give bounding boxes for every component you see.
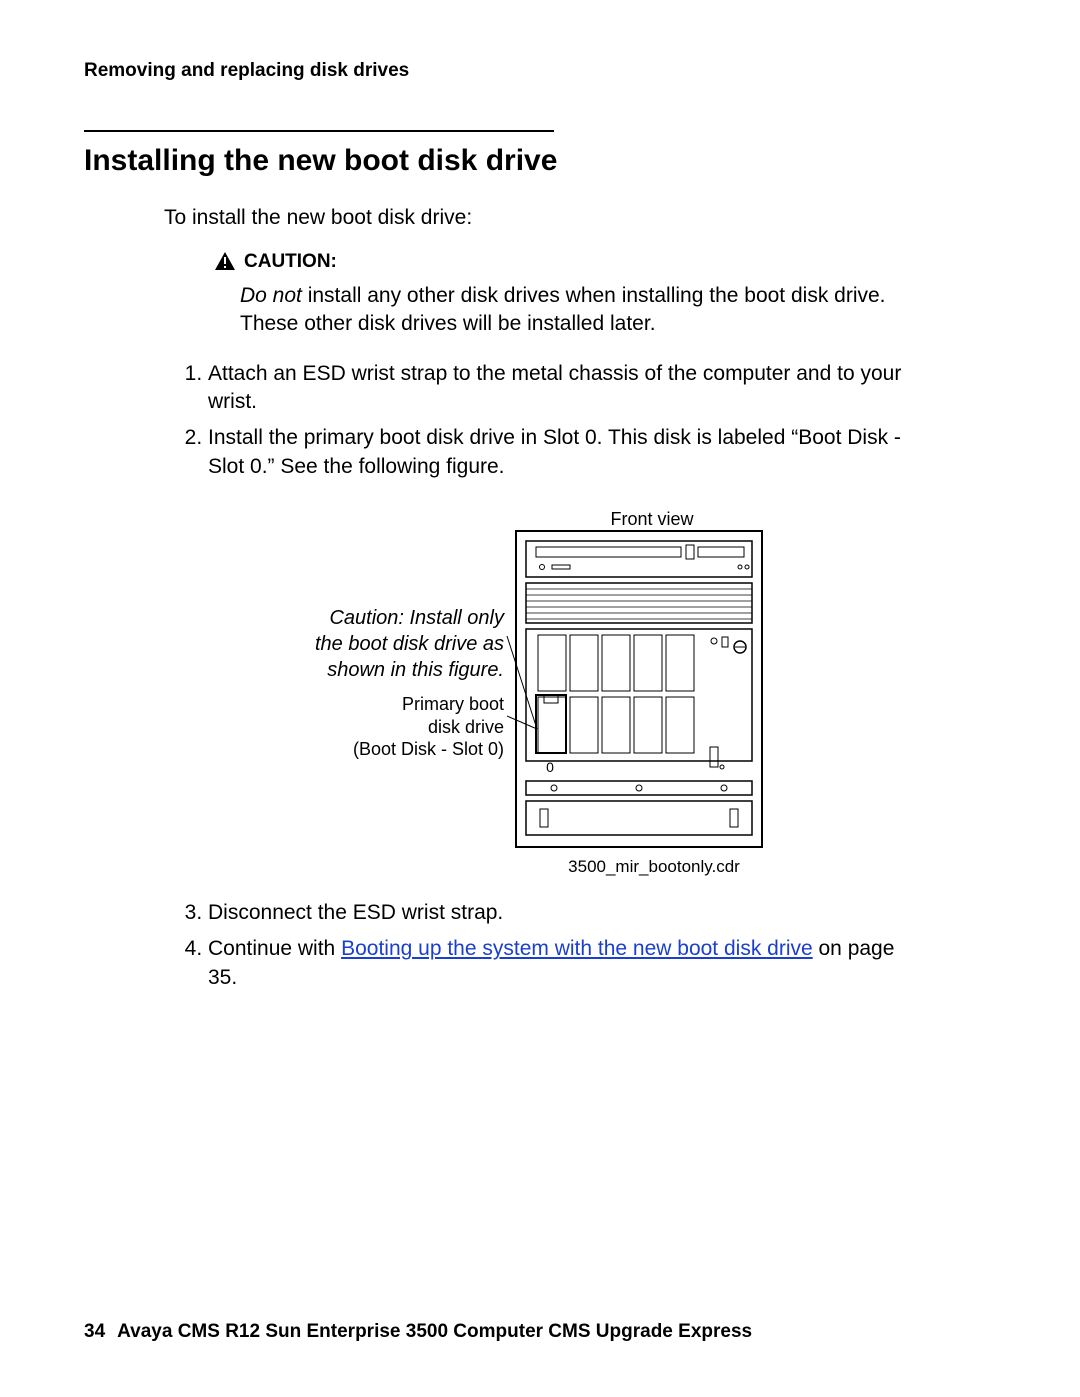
figure-filename: 3500_mir_bootonly.cdr [554,857,754,877]
document-page: Removing and replacing disk drives Insta… [0,0,1080,1397]
steps-list-lower: Disconnect the ESD wrist strap. Continue… [182,899,926,992]
caution-heading: CAUTION: [214,251,996,276]
annot-line: Primary boot [402,694,504,714]
figure-annotation-plain: Primary boot disk drive (Boot Disk - Slo… [334,693,504,761]
annot-line: (Boot Disk - Slot 0) [353,739,504,759]
caution-emphasis: Do not [240,284,302,307]
figure-annotation-italic: Caution: Install only the boot disk driv… [304,605,504,683]
warning-icon [214,251,236,276]
page-title: Installing the new boot disk drive [84,144,996,178]
step-item: Install the primary boot disk drive in S… [208,424,926,481]
cross-ref-link[interactable]: Booting up the system with the new boot … [341,937,813,960]
step-item: Disconnect the ESD wrist strap. [208,899,926,927]
device-diagram: 0 [514,529,764,849]
page-footer: 34 Avaya CMS R12 Sun Enterprise 3500 Comp… [84,1321,752,1343]
step-prefix: Continue with [208,937,341,960]
steps-list-upper: Attach an ESD wrist strap to the metal c… [182,360,926,481]
annot-line: disk drive [428,717,504,737]
caution-rest: install any other disk drives when insta… [240,284,886,335]
section-rule [84,130,554,132]
step-item: Attach an ESD wrist strap to the metal c… [208,360,926,417]
page-number: 34 [84,1321,105,1342]
intro-text: To install the new boot disk drive: [164,206,996,230]
figure: Front view Caution: Install only the boo… [84,509,996,889]
slot-label: 0 [546,759,554,775]
book-title: Avaya CMS R12 Sun Enterprise 3500 Comput… [117,1321,752,1342]
step-item: Continue with Booting up the system with… [208,935,926,992]
figure-title: Front view [552,509,752,530]
running-head: Removing and replacing disk drives [84,60,996,82]
caution-body: Do not install any other disk drives whe… [240,282,926,339]
caution-label: CAUTION: [244,251,337,273]
